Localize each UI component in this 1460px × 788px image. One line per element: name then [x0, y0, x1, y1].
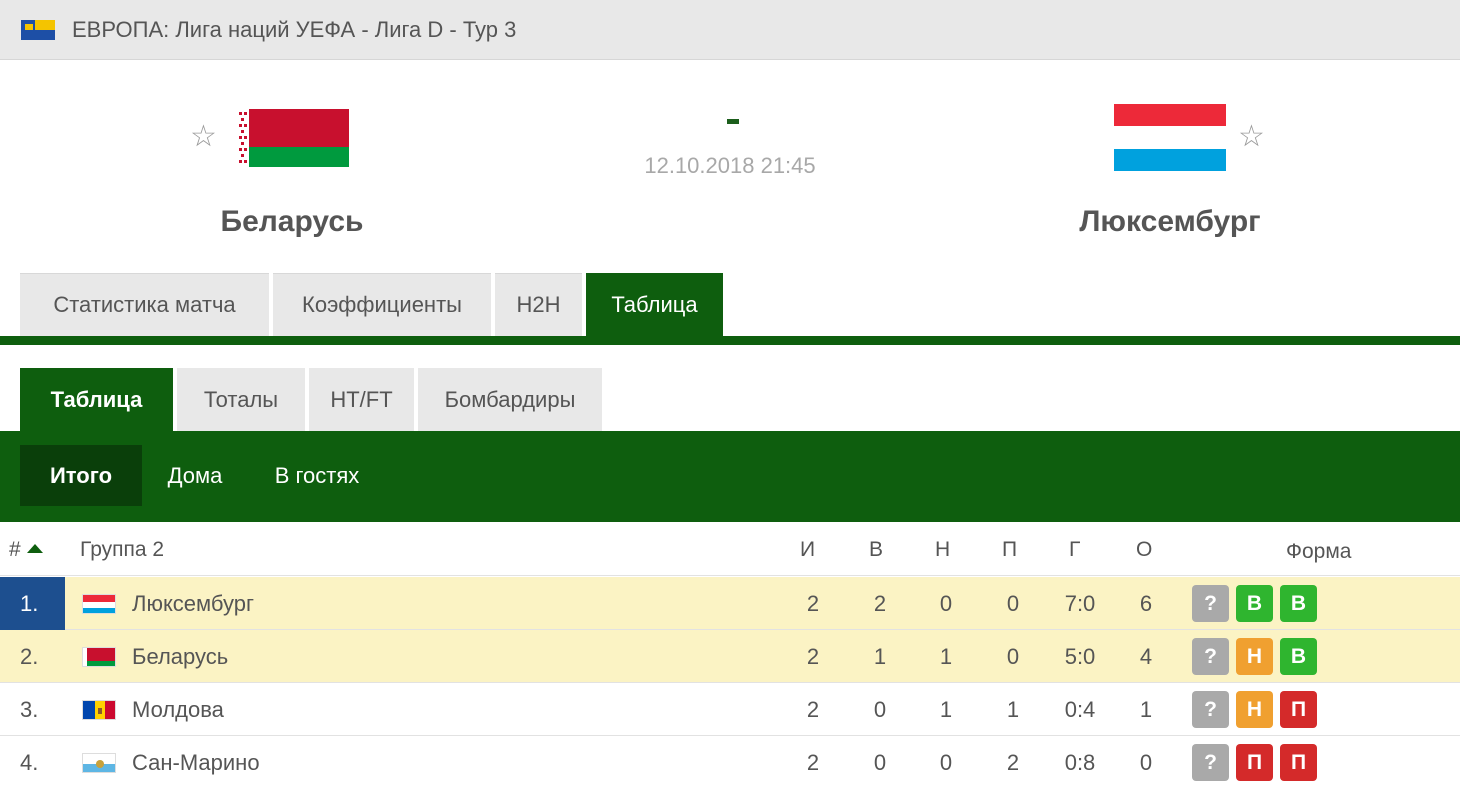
draw-cell: 0	[939, 591, 953, 616]
points-cell: 4	[1139, 644, 1153, 669]
luxembourg-flag-icon	[82, 594, 116, 614]
standings-header: # Группа 2 И В Н П Г О Форма	[0, 523, 1460, 576]
form-win-badge[interactable]: В	[1236, 585, 1273, 622]
tab-match-statistics[interactable]: Статистика матча	[20, 273, 269, 336]
tab-underline	[0, 336, 1460, 345]
won-cell: 0	[873, 750, 887, 775]
played-cell: 2	[806, 750, 820, 775]
goals-cell: 0:4	[1064, 697, 1096, 722]
points-cell: 1	[1139, 697, 1153, 722]
table-row[interactable]: 3. Молдова 2 0 1 1 0:4 1 ? Н П	[0, 683, 1460, 736]
draw-cell: 1	[939, 697, 953, 722]
draw-header[interactable]: Н	[935, 538, 950, 562]
belarus-flag-icon[interactable]	[237, 109, 349, 167]
rank-header[interactable]: #	[9, 538, 43, 562]
form-loss-badge[interactable]: П	[1280, 691, 1317, 728]
points-header[interactable]: О	[1136, 538, 1152, 562]
match-score	[727, 119, 739, 124]
tab-h2h[interactable]: H2H	[495, 273, 582, 336]
table-subtabs: Таблица Тоталы HT/FT Бомбардиры	[20, 368, 606, 431]
form-next-match-icon[interactable]: ?	[1192, 638, 1229, 675]
belarus-flag-icon	[82, 647, 116, 667]
won-cell: 1	[873, 644, 887, 669]
form-cell: ? Н П	[1192, 691, 1324, 728]
team-name[interactable]: Сан-Марино	[132, 750, 260, 776]
played-cell: 2	[806, 644, 820, 669]
venue-filter-bar: Итого Дома В гостях	[0, 431, 1460, 522]
favorite-home-star-icon[interactable]: ☆	[190, 122, 217, 152]
team-name[interactable]: Люксембург	[132, 591, 254, 617]
filter-away[interactable]: В гостях	[258, 445, 376, 506]
table-row[interactable]: 2. Беларусь 2 1 1 0 5:0 4 ? Н В	[0, 630, 1460, 683]
goals-cell: 5:0	[1064, 644, 1096, 669]
draw-cell: 0	[939, 750, 953, 775]
lost-cell: 0	[1006, 644, 1020, 669]
tab-table[interactable]: Таблица	[586, 273, 723, 336]
rank-cell: 1.	[0, 577, 65, 630]
form-loss-badge[interactable]: П	[1280, 744, 1317, 781]
lost-cell: 0	[1006, 591, 1020, 616]
sort-ascending-icon[interactable]	[26, 544, 43, 553]
san-marino-flag-icon	[82, 753, 116, 773]
table-row[interactable]: 4. Сан-Марино 2 0 0 2 0:8 0 ? П П	[0, 736, 1460, 788]
form-next-match-icon[interactable]: ?	[1192, 585, 1229, 622]
match-tabs: Статистика матча Коэффициенты H2H Таблиц…	[20, 273, 727, 336]
goals-cell: 7:0	[1064, 591, 1096, 616]
rank-cell: 2.	[20, 643, 39, 669]
draw-cell: 1	[939, 644, 953, 669]
league-header: ЕВРОПА: Лига наций УЕФА - Лига D - Тур 3	[0, 0, 1460, 60]
form-win-badge[interactable]: В	[1280, 638, 1317, 675]
away-team-name[interactable]: Люксембург	[1050, 205, 1290, 239]
won-header[interactable]: В	[869, 538, 883, 562]
goals-cell: 0:8	[1064, 750, 1096, 775]
home-team-name[interactable]: Беларусь	[192, 205, 392, 239]
form-draw-badge[interactable]: Н	[1236, 691, 1273, 728]
form-header: Форма	[1286, 540, 1352, 563]
points-cell: 0	[1139, 750, 1153, 775]
form-next-match-icon[interactable]: ?	[1192, 744, 1229, 781]
goals-header[interactable]: Г	[1069, 538, 1080, 562]
subtab-scorers[interactable]: Бомбардиры	[418, 368, 602, 431]
europe-flag-icon	[21, 19, 55, 40]
form-loss-badge[interactable]: П	[1236, 744, 1273, 781]
subtab-table[interactable]: Таблица	[20, 368, 173, 431]
group-header[interactable]: Группа 2	[80, 538, 164, 562]
form-draw-badge[interactable]: Н	[1236, 638, 1273, 675]
won-cell: 2	[873, 591, 887, 616]
form-next-match-icon[interactable]: ?	[1192, 691, 1229, 728]
form-cell: ? В В	[1192, 585, 1324, 622]
lost-cell: 1	[1006, 697, 1020, 722]
lost-cell: 2	[1006, 750, 1020, 775]
won-cell: 0	[873, 697, 887, 722]
rank-cell: 4.	[20, 749, 39, 775]
lost-header[interactable]: П	[1002, 538, 1017, 562]
form-cell: ? Н В	[1192, 638, 1324, 675]
luxembourg-flag-icon[interactable]	[1114, 104, 1226, 171]
filter-overall[interactable]: Итого	[20, 445, 142, 506]
played-header[interactable]: И	[800, 538, 815, 562]
favorite-away-star-icon[interactable]: ☆	[1238, 122, 1265, 152]
table-row[interactable]: 1. Люксембург 2 2 0 0 7:0 6 ? В В	[0, 577, 1460, 630]
tab-odds[interactable]: Коэффициенты	[273, 273, 491, 336]
rank-cell: 3.	[20, 696, 39, 722]
match-date: 12.10.2018 21:45	[644, 153, 816, 178]
subtab-totals[interactable]: Тоталы	[177, 368, 305, 431]
team-name[interactable]: Молдова	[132, 697, 224, 723]
played-cell: 2	[806, 591, 820, 616]
played-cell: 2	[806, 697, 820, 722]
points-cell: 6	[1139, 591, 1153, 616]
league-title[interactable]: ЕВРОПА: Лига наций УЕФА - Лига D - Тур 3	[72, 17, 516, 43]
moldova-flag-icon	[82, 700, 116, 720]
form-cell: ? П П	[1192, 744, 1324, 781]
form-win-badge[interactable]: В	[1280, 585, 1317, 622]
filter-home[interactable]: Дома	[154, 445, 236, 506]
subtab-htft[interactable]: HT/FT	[309, 368, 414, 431]
team-name[interactable]: Беларусь	[132, 644, 228, 670]
